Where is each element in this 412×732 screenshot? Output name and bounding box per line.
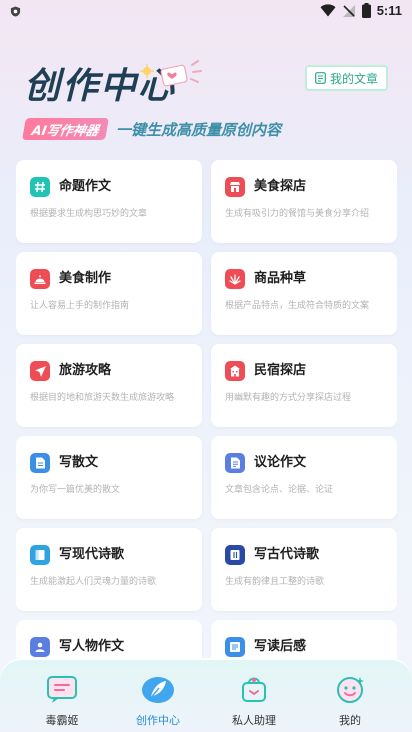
bag-icon: [237, 672, 271, 706]
shield-icon: [10, 6, 21, 17]
tab-label: 创作中心: [136, 714, 180, 727]
tab-mine[interactable]: 我的: [305, 672, 395, 732]
person-icon: [30, 637, 50, 657]
hash-icon: [30, 177, 50, 197]
card-desc: 用幽默有趣的方式分享探店过程: [225, 393, 352, 403]
card-desc: 为你写一篇优美的散文: [30, 485, 121, 495]
my-articles-label: 我的文章: [329, 71, 378, 86]
document-icon: [315, 72, 326, 84]
card-title: 写散文: [59, 455, 99, 470]
card-title: 写古代诗歌: [254, 547, 320, 562]
tool-grid: 命题作文 根据要求生成构思巧妙的文章 美食探店 生成有吸引力的餐馆与美食分享介绍…: [16, 160, 397, 658]
plane-icon: [30, 361, 50, 381]
book-icon: [225, 545, 245, 565]
building-icon: [225, 361, 245, 381]
grass-icon: [225, 269, 245, 289]
card-title: 美食探店: [254, 179, 307, 194]
document-icon: [30, 453, 50, 473]
card-title: 写现代诗歌: [59, 547, 125, 562]
card-food-recipe[interactable]: 美食制作 让人容易上手的制作指南: [16, 252, 202, 335]
cloche-icon: [30, 269, 50, 289]
card-title: 旅游攻略: [59, 363, 112, 378]
card-food-store[interactable]: 美食探店 生成有吸引力的餐馆与美食分享介绍: [211, 160, 397, 243]
tab-creation-center[interactable]: 创作中心: [113, 672, 203, 732]
card-desc: 根据要求生成构思巧妙的文章: [30, 209, 148, 219]
card-product-promo[interactable]: 商品种草 根据产品特点，生成符合特质的文案: [211, 252, 397, 335]
tab-label: 私人助理: [232, 714, 276, 727]
card-character-essay[interactable]: 写人物作文: [16, 620, 202, 658]
card-homestay[interactable]: 民宿探店 用幽默有趣的方式分享探店过程: [211, 344, 397, 427]
card-modern-poem[interactable]: 写现代诗歌 生成能激起人们灵魂力量的诗歌: [16, 528, 202, 611]
book-icon: [30, 545, 50, 565]
card-title: 写人物作文: [59, 639, 125, 654]
tab-dubaji[interactable]: 毒霸姬: [17, 672, 107, 732]
card-title: 民宿探店: [254, 363, 307, 378]
envelope-heart-icon: [140, 60, 202, 87]
card-argument-essay[interactable]: 议论作文 文章包含论点、论据、论证: [211, 436, 397, 519]
card-title: 命题作文: [59, 179, 112, 194]
card-desc: 生成能激起人们灵魂力量的诗歌: [30, 577, 157, 587]
tab-label: 毒霸姬: [45, 714, 79, 727]
signal-off-icon: [342, 4, 355, 17]
clock: 5:11: [376, 3, 402, 18]
status-bar: 5:11: [0, 0, 412, 24]
card-desc: 生成有韵律且工整的诗歌: [225, 577, 325, 587]
card-title: 美食制作: [59, 271, 112, 286]
my-articles-button[interactable]: 我的文章: [304, 65, 388, 91]
document-icon: [225, 453, 245, 473]
card-desc: 让人容易上手的制作指南: [30, 301, 130, 311]
wifi-icon: [320, 4, 336, 17]
card-desc: 文章包含论点、论据、论证: [225, 485, 334, 495]
tab-personal-assistant[interactable]: 私人助理: [209, 672, 299, 732]
card-travel-guide[interactable]: 旅游攻略 根据目的地和旅游天数生成旅游攻略: [16, 344, 202, 427]
battery-icon: [361, 3, 371, 18]
smile-icon: [333, 672, 367, 706]
feather-icon: [141, 672, 175, 706]
card-desc: 根据目的地和旅游天数生成旅游攻略: [30, 393, 175, 403]
tagline: 一键生成高质量原创内容: [116, 121, 282, 139]
bottom-tab-bar: 毒霸姬 创作中心 私人助理 我的: [0, 658, 412, 732]
card-prose[interactable]: 写散文 为你写一篇优美的散文: [16, 436, 202, 519]
card-reading-review[interactable]: 写读后感: [211, 620, 397, 658]
store-icon: [225, 177, 245, 197]
card-title: 商品种草: [254, 271, 307, 286]
chat-icon: [45, 672, 79, 706]
ai-badge: AI写作神器: [22, 118, 109, 140]
card-ancient-poem[interactable]: 写古代诗歌 生成有韵律且工整的诗歌: [211, 528, 397, 611]
card-title: 写读后感: [254, 639, 307, 654]
card-desc: 根据产品特点，生成符合特质的文案: [225, 301, 370, 311]
card-desc: 生成有吸引力的餐馆与美食分享介绍: [225, 209, 370, 219]
card-topic-essay[interactable]: 命题作文 根据要求生成构思巧妙的文章: [16, 160, 202, 243]
notes-icon: [225, 637, 245, 657]
tab-label: 我的: [339, 714, 361, 727]
header: 创作中心 我的文章 AI写作神器 一键生成高质量原创内容: [0, 55, 412, 145]
card-title: 议论作文: [254, 455, 307, 470]
